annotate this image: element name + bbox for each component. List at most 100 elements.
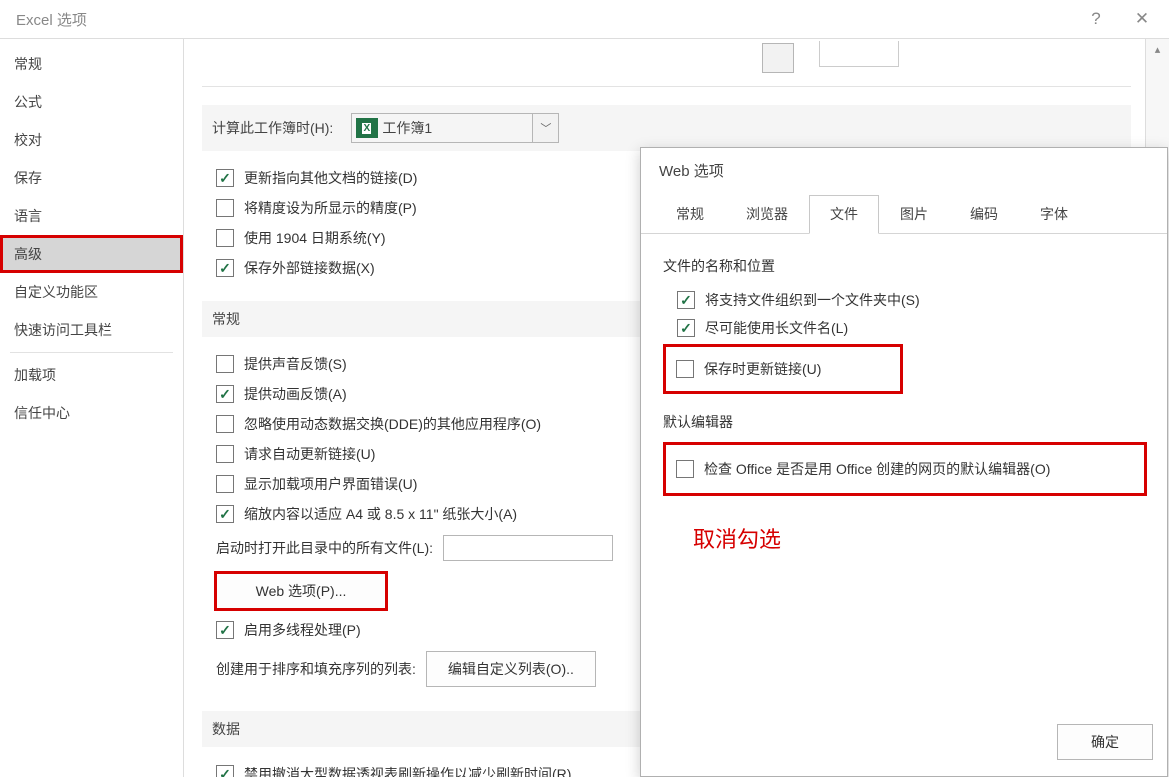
wopt-label: 尽可能使用长文件名(L) (705, 318, 848, 338)
annotation-uncheck: 取消勾选 (693, 522, 1147, 554)
chevron-down-icon[interactable]: ﹀ (532, 114, 558, 142)
titlebar: Excel 选项 ? ✕ (0, 0, 1169, 38)
excel-icon: X (356, 118, 378, 138)
checkbox[interactable] (216, 475, 234, 493)
web-options-button-label: Web 选项(P)... (256, 581, 347, 601)
tab-label: 浏览器 (746, 206, 788, 222)
custom-lists-label: 创建用于排序和填充序列的列表: (216, 659, 416, 679)
checkbox[interactable] (216, 415, 234, 433)
tab-label: 常规 (676, 206, 704, 222)
checkbox[interactable] (676, 460, 694, 478)
checkbox[interactable] (677, 319, 695, 337)
checkbox[interactable] (216, 259, 234, 277)
highlight-box-update-links: 保存时更新链接(U) (663, 344, 903, 394)
opt-label: 缩放内容以适应 A4 或 8.5 x 11" 纸张大小(A) (244, 504, 517, 524)
category-label: 快速访问工具栏 (14, 322, 112, 338)
opt-label: 显示加载项用户界面错误(U) (244, 474, 417, 494)
category-item-general[interactable]: 常规 (0, 45, 183, 83)
tab-label: 编码 (970, 206, 998, 222)
tab-fonts[interactable]: 字体 (1019, 195, 1089, 234)
workbook-select[interactable]: X 工作簿1 ﹀ (351, 113, 559, 143)
wopt-label: 检查 Office 是否是用 Office 创建的网页的默认编辑器(O) (704, 459, 1050, 479)
web-options-footer: 确定 (1057, 724, 1153, 760)
window-title: Excel 选项 (16, 9, 87, 30)
checkbox[interactable] (216, 169, 234, 187)
checkbox[interactable] (216, 229, 234, 247)
opt-label: 提供动画反馈(A) (244, 384, 347, 404)
tab-general[interactable]: 常规 (655, 195, 725, 234)
category-label: 公式 (14, 94, 42, 110)
close-icon: ✕ (1135, 9, 1149, 29)
category-item-proofing[interactable]: 校对 (0, 121, 183, 159)
opt-label: 更新指向其他文档的链接(D) (244, 168, 417, 188)
edit-custom-lists-button[interactable]: 编辑自定义列表(O).. (426, 651, 596, 687)
web-options-button[interactable]: Web 选项(P)... (216, 573, 386, 609)
category-label: 语言 (14, 208, 42, 224)
web-options-tabs: 常规 浏览器 文件 图片 编码 字体 (641, 195, 1167, 234)
cutoff-row (202, 41, 1131, 87)
checkbox[interactable] (216, 385, 234, 403)
category-item-advanced[interactable]: 高级 (0, 235, 183, 273)
web-options-pane: 文件的名称和位置 将支持文件组织到一个文件夹中(S) 尽可能使用长文件名(L) … (641, 234, 1167, 564)
tab-label: 字体 (1040, 206, 1068, 222)
wopt-organize-support-files[interactable]: 将支持文件组织到一个文件夹中(S) (663, 286, 1147, 314)
wopt-check-office-default-editor[interactable]: 检查 Office 是否是用 Office 创建的网页的默认编辑器(O) (672, 455, 1138, 483)
category-label: 自定义功能区 (14, 284, 98, 300)
close-button[interactable]: ✕ (1119, 3, 1165, 35)
category-list: 常规 公式 校对 保存 语言 高级 自定义功能区 快速访问工具栏 加载项 信任中… (0, 39, 184, 777)
wopt-long-filenames[interactable]: 尽可能使用长文件名(L) (663, 314, 1147, 342)
category-label: 加载项 (14, 367, 56, 383)
checkbox[interactable] (216, 621, 234, 639)
cutoff-button[interactable] (819, 41, 899, 67)
startup-path-input[interactable] (443, 535, 613, 561)
tab-encoding[interactable]: 编码 (949, 195, 1019, 234)
category-item-addins[interactable]: 加载项 (0, 356, 183, 394)
ok-button[interactable]: 确定 (1057, 724, 1153, 760)
checkbox[interactable] (216, 445, 234, 463)
opt-label: 忽略使用动态数据交换(DDE)的其他应用程序(O) (244, 414, 541, 434)
category-label: 信任中心 (14, 405, 70, 421)
checkbox[interactable] (676, 360, 694, 378)
opt-label: 使用 1904 日期系统(Y) (244, 228, 386, 248)
category-item-formulas[interactable]: 公式 (0, 83, 183, 121)
category-item-language[interactable]: 语言 (0, 197, 183, 235)
checkbox[interactable] (216, 505, 234, 523)
tab-pictures[interactable]: 图片 (879, 195, 949, 234)
wopt-label: 保存时更新链接(U) (704, 359, 821, 379)
tab-browsers[interactable]: 浏览器 (725, 195, 809, 234)
tab-label: 文件 (830, 206, 858, 222)
startup-path-label: 启动时打开此目录中的所有文件(L): (216, 538, 433, 558)
category-label: 高级 (14, 246, 42, 262)
edit-custom-lists-label: 编辑自定义列表(O).. (448, 659, 574, 679)
section-calc-label: 计算此工作簿时(H): (212, 118, 333, 138)
help-button[interactable]: ? (1073, 3, 1119, 35)
help-icon: ? (1091, 9, 1100, 29)
web-options-dialog: Web 选项 常规 浏览器 文件 图片 编码 字体 文件的名称和位置 将支持文件… (640, 147, 1168, 777)
category-label: 校对 (14, 132, 42, 148)
opt-label: 启用多线程处理(P) (244, 620, 361, 640)
category-item-save[interactable]: 保存 (0, 159, 183, 197)
category-item-trust-center[interactable]: 信任中心 (0, 394, 183, 432)
opt-label: 禁用撤消大型数据透视表刷新操作以减少刷新时间(R) (244, 764, 571, 777)
wopt-label: 将支持文件组织到一个文件夹中(S) (705, 290, 920, 310)
category-item-quick-access[interactable]: 快速访问工具栏 (0, 311, 183, 349)
tab-files[interactable]: 文件 (809, 195, 879, 234)
category-label: 保存 (14, 170, 42, 186)
category-item-customize-ribbon[interactable]: 自定义功能区 (0, 273, 183, 311)
checkbox[interactable] (216, 355, 234, 373)
section-general-label: 常规 (212, 309, 240, 329)
checkbox[interactable] (216, 199, 234, 217)
checkbox[interactable] (677, 291, 695, 309)
group-file-names-title: 文件的名称和位置 (663, 256, 1147, 276)
wopt-update-links-on-save[interactable]: 保存时更新链接(U) (672, 355, 890, 383)
cutoff-dropdown-button[interactable] (762, 43, 794, 73)
section-calc: 计算此工作簿时(H): X 工作簿1 ﹀ (202, 105, 1131, 151)
workbook-name: 工作簿1 (382, 118, 432, 138)
checkbox[interactable] (216, 765, 234, 777)
tab-label: 图片 (900, 206, 928, 222)
category-separator (10, 352, 173, 353)
scroll-up-icon[interactable]: ▴ (1146, 39, 1169, 59)
web-options-title: Web 选项 (641, 148, 1167, 195)
category-label: 常规 (14, 56, 42, 72)
highlight-box-default-editor: 检查 Office 是否是用 Office 创建的网页的默认编辑器(O) (663, 442, 1147, 496)
